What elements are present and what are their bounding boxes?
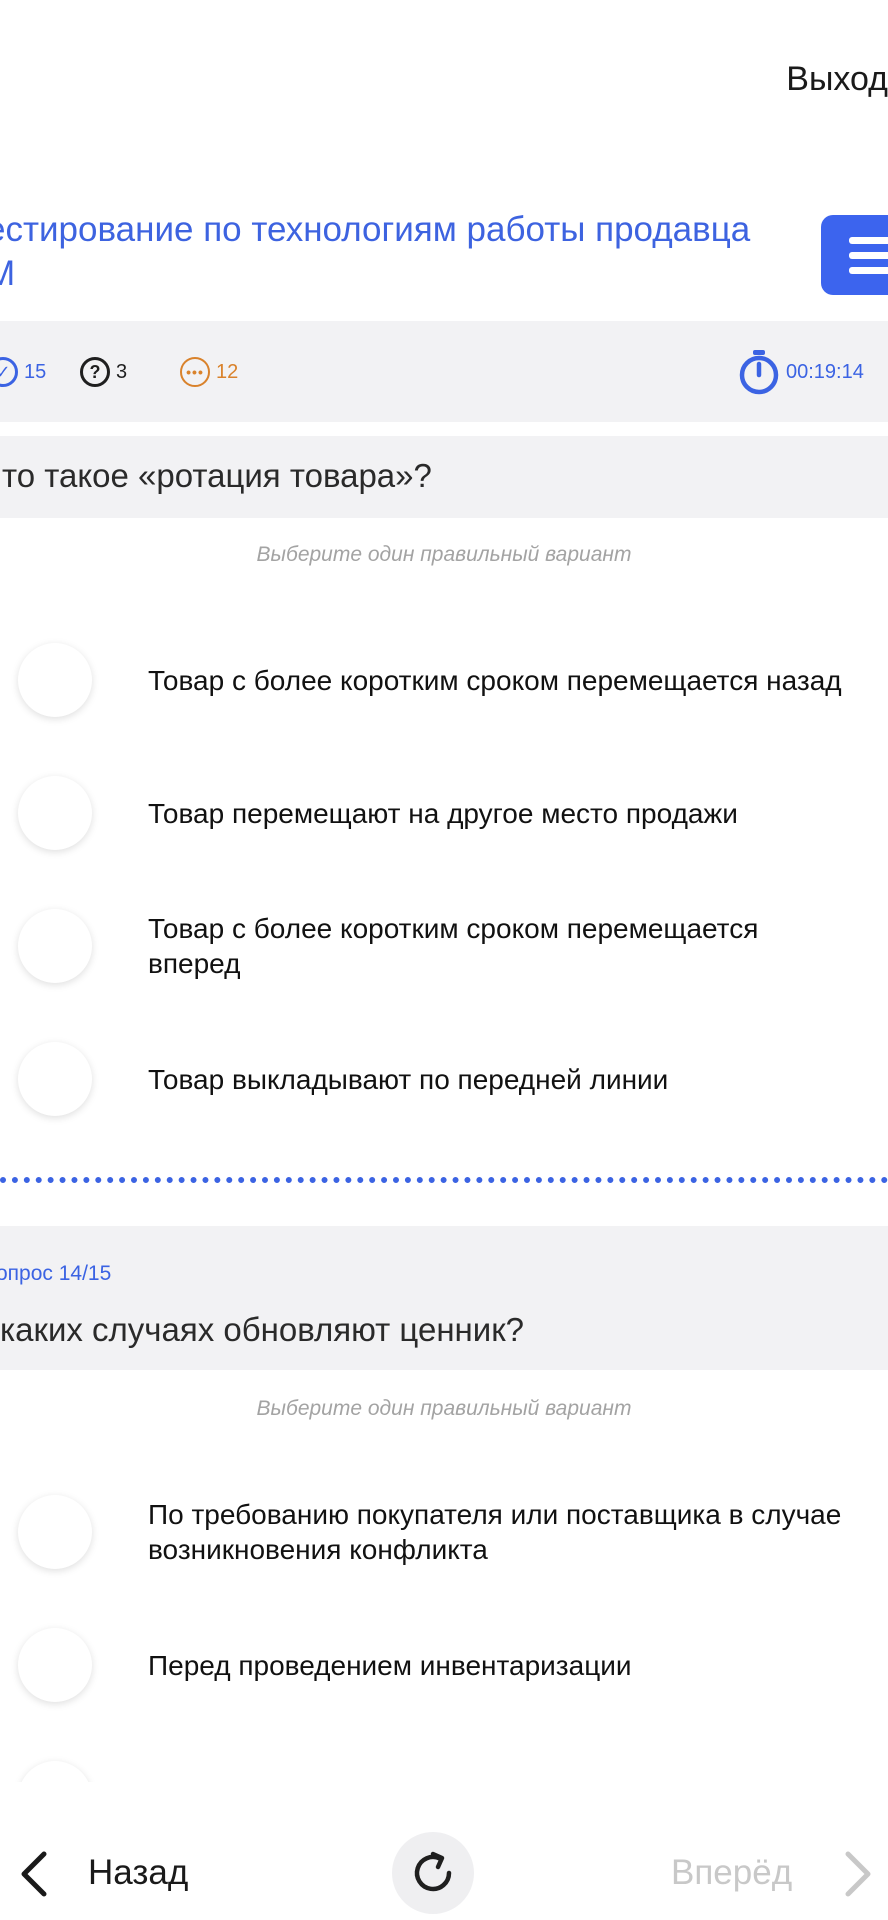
back-button[interactable] bbox=[14, 1848, 74, 1900]
forward-button[interactable] bbox=[838, 1848, 882, 1900]
timer: 00:19:14 bbox=[738, 350, 864, 395]
question-hint: Выберите один правильный вариант bbox=[256, 1397, 632, 1420]
question-number: опрос 14/15 bbox=[0, 1262, 112, 1285]
test-title: естирование по технологиям работы продав… bbox=[0, 210, 751, 293]
question-text: то такое «ротация товара»? bbox=[2, 457, 432, 494]
refresh-button[interactable] bbox=[392, 1832, 474, 1914]
exit-button[interactable]: Выход bbox=[786, 60, 888, 99]
stat-remaining[interactable]: ••• 12 bbox=[180, 352, 238, 392]
option-label[interactable]: По требованию покупателя или поставщика … bbox=[148, 1497, 888, 1567]
question-text: каких случаях обновляют ценник? bbox=[0, 1311, 524, 1348]
question-mark-icon: ? bbox=[80, 357, 110, 387]
option-label[interactable]: Товар перемещают на другое место продажи bbox=[148, 796, 888, 831]
unanswered-count: 3 bbox=[116, 360, 128, 383]
answered-icon: ✓ bbox=[0, 357, 18, 387]
option-label[interactable]: Товар с более коротким сроком перемещает… bbox=[148, 663, 888, 698]
stat-answered[interactable]: ✓ 15 bbox=[0, 352, 46, 392]
option-label[interactable]: Товар выкладывают по передней линии bbox=[148, 1062, 888, 1097]
forward-label[interactable]: Вперёд bbox=[671, 1853, 792, 1893]
timer-value: 00:19:14 bbox=[786, 360, 864, 383]
remaining-count: 12 bbox=[216, 360, 239, 383]
option-label[interactable]: Перед проведением инвентаризации bbox=[148, 1648, 888, 1683]
question-hint: Выберите один правильный вариант bbox=[256, 543, 632, 566]
dots-icon: ••• bbox=[180, 357, 210, 387]
answered-count: 15 bbox=[24, 360, 47, 383]
option-radio[interactable] bbox=[18, 776, 92, 850]
stat-unanswered[interactable]: ? 3 bbox=[80, 352, 127, 392]
menu-button[interactable] bbox=[821, 215, 888, 295]
option-radio[interactable] bbox=[18, 909, 92, 983]
refresh-icon bbox=[414, 1851, 452, 1892]
option-radio[interactable] bbox=[18, 1495, 92, 1569]
option-radio[interactable] bbox=[18, 643, 92, 717]
stopwatch-icon bbox=[739, 350, 779, 395]
back-label[interactable]: Назад bbox=[88, 1853, 188, 1893]
option-radio[interactable] bbox=[18, 1042, 92, 1116]
chevron-left-icon bbox=[21, 1851, 47, 1897]
question-divider bbox=[0, 1177, 888, 1183]
option-label[interactable]: Товар с более коротким сроком перемещает… bbox=[148, 911, 888, 981]
option-radio[interactable] bbox=[18, 1628, 92, 1702]
chevron-right-icon bbox=[845, 1851, 871, 1897]
